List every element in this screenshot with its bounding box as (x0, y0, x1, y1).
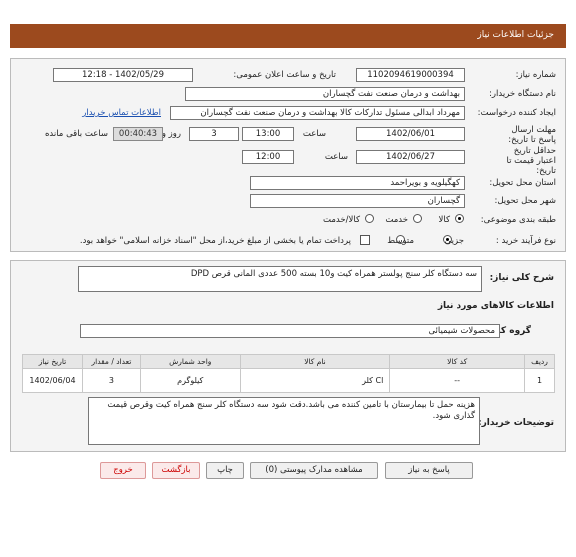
col-header-date: تاریخ نیاز (22, 354, 83, 369)
days-field: 3 (189, 127, 239, 141)
treasury-payment-checkbox[interactable] (360, 235, 370, 245)
cell-code: -- (389, 368, 525, 393)
validity-date-field: 1402/06/27 (356, 150, 465, 164)
city-label: شهر محل تحویل: (494, 196, 556, 206)
cell-name: کلر Cl (239, 368, 391, 393)
city-field: گچساران (250, 194, 465, 208)
validity-time-field: 12:00 (242, 150, 294, 164)
need-summary-field: سه دستگاه کلر سنج پولستر همراه کیت و10 ب… (78, 266, 482, 292)
deadline-date-field: 1402/06/01 (356, 127, 465, 141)
province-label: استان محل تحویل: (489, 178, 556, 188)
buyer-org-label: نام دستگاه خریدار: (489, 89, 556, 99)
creator-label: ایجاد کننده درخواست: (477, 108, 556, 118)
deadline-label: مهلت ارسال پاسخ تا تاریخ: (508, 125, 556, 145)
process-option-minor: جزیی (444, 236, 464, 246)
category-radio-goods[interactable] (455, 214, 464, 223)
need-number-label: شماره نیاز: (515, 70, 556, 80)
cell-row: 1 (523, 368, 556, 393)
exit-button[interactable]: خروج (100, 462, 146, 479)
creator-field: مهرداد ابدالی مسئول تدارکات کالا بهداشت … (170, 106, 465, 120)
validity-time-label: ساعت (324, 152, 348, 162)
buyer-notes-label: توضیحات خریدار: (478, 418, 554, 428)
deadline-time-field: 13:00 (242, 127, 294, 141)
need-summary-label: شرح کلی نیاز: (489, 273, 554, 283)
announce-field: 1402/05/29 - 12:18 (53, 68, 193, 82)
page-header: جزئیات اطلاعات نیاز (10, 24, 566, 48)
remaining-time-label: ساعت باقی مانده (44, 129, 108, 139)
treasury-payment-note: پرداخت تمام یا بخشی از مبلغ خرید،از محل … (79, 236, 351, 246)
process-label: نوع فرآیند خرید : (495, 236, 556, 246)
contact-buyer-link[interactable]: اطلاعات تماس خریدار (82, 108, 161, 118)
cell-unit: کیلوگرم (139, 368, 241, 393)
cell-qty: 3 (81, 368, 141, 393)
col-header-qty: تعداد / مقدار (81, 354, 141, 369)
goods-group-field: محصولات شیمیائی (80, 324, 500, 338)
reply-to-need-button[interactable]: پاسخ به نیاز (385, 462, 473, 479)
announce-label: تاریخ و ساعت اعلان عمومی: (233, 70, 336, 80)
buyer-notes-field: هزینه حمل تا بیمارستان با تامین کننده می… (88, 397, 480, 445)
page-title: جزئیات اطلاعات نیاز (477, 30, 554, 40)
remaining-time-display: 00:40:43 (113, 127, 163, 141)
goods-table: تاریخ نیاز تعداد / مقدار واحد شمارش نام … (22, 354, 556, 393)
province-field: کهگیلویه و بویراحمد (250, 176, 465, 190)
category-label: طبقه بندی موضوعی: (480, 215, 556, 225)
goods-info-title: اطلاعات کالاهای مورد نیاز (437, 301, 554, 311)
col-header-unit: واحد شمارش (139, 354, 241, 369)
view-attachments-button[interactable]: مشاهده مدارک پیوستی (0) (250, 462, 378, 479)
col-header-code: کد کالا (389, 354, 525, 369)
back-button[interactable]: بازگشت (152, 462, 200, 479)
table-row: 1402/06/04 3 کیلوگرم کلر Cl -- 1 (22, 368, 556, 393)
deadline-time-label: ساعت (302, 129, 326, 139)
category-radio-service[interactable] (413, 214, 422, 223)
category-option-goods: کالا (438, 215, 450, 225)
category-radio-goods-service[interactable] (365, 214, 374, 223)
process-option-medium: متوسط (387, 236, 414, 246)
col-header-row: ردیف (523, 354, 556, 369)
buyer-org-field: بهداشت و درمان صنعت نفت گچساران (185, 87, 465, 101)
col-header-name: نام کالا (239, 354, 391, 369)
need-number-field: 1102094619000394 (356, 68, 465, 82)
category-option-goods-service: کالا/خدمت (323, 215, 360, 225)
category-option-service: خدمت (385, 215, 408, 225)
days-label: روز و (161, 129, 181, 139)
print-button[interactable]: چاپ (206, 462, 244, 479)
validity-label: حداقل تاریخ اعتبار قیمت تا تاریخ: (506, 146, 556, 176)
cell-date: 1402/06/04 (22, 368, 83, 393)
